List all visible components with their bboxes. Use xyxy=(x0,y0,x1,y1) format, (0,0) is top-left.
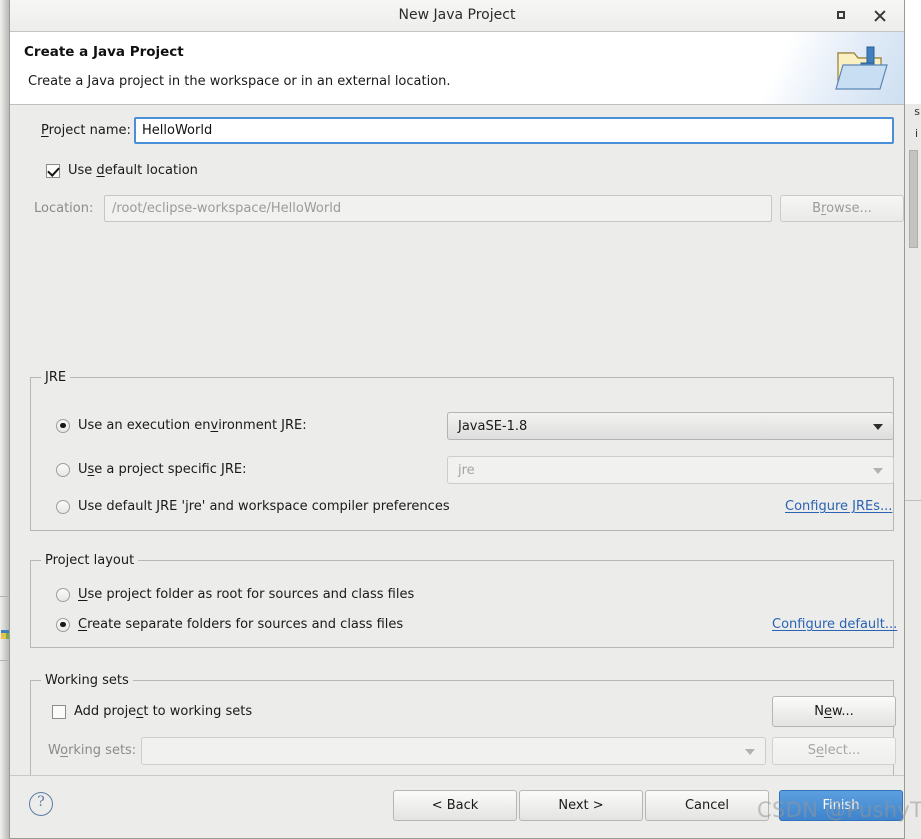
java-project-folder-icon xyxy=(835,46,888,90)
layout-separate-folders-label: Create separate folders for sources and … xyxy=(78,617,404,632)
background-right-divider xyxy=(905,500,921,501)
maximize-icon[interactable] xyxy=(834,8,850,24)
select-working-set-button: Select... xyxy=(772,737,896,765)
add-to-working-sets-row[interactable]: Add project to working sets xyxy=(52,704,252,719)
jre-execution-environment-radio[interactable] xyxy=(56,418,70,433)
maximize-glyph xyxy=(837,11,845,19)
jre-project-specific-label: Use a project specific JRE: xyxy=(78,462,247,477)
background-right-panel: s i xyxy=(904,0,921,839)
add-to-working-sets-checkbox[interactable] xyxy=(52,704,66,719)
dialog-content: Project name: Use default location Locat… xyxy=(10,105,904,778)
use-default-location-label: Use default location xyxy=(68,163,198,178)
project-name-row: Project name: xyxy=(10,117,904,145)
background-left-divider-top xyxy=(0,596,9,597)
background-tree-icon xyxy=(1,630,9,639)
background-right-white-area xyxy=(905,0,921,104)
new-java-project-dialog: New Java Project Create a Java Project C… xyxy=(9,0,905,839)
working-sets-combo xyxy=(141,737,766,765)
layout-root-folder-label: Use project folder as root for sources a… xyxy=(78,587,415,602)
cancel-button[interactable]: Cancel xyxy=(645,790,769,821)
page-title: Create a Java Project xyxy=(24,44,184,60)
jre-project-specific-row[interactable]: Use a project specific JRE: xyxy=(56,462,247,477)
jre-project-specific-combo-value: jre xyxy=(458,463,475,478)
jre-project-specific-radio[interactable] xyxy=(56,462,70,477)
dialog-header: Create a Java Project Create a Java proj… xyxy=(10,32,904,105)
close-icon[interactable] xyxy=(872,8,888,24)
use-default-location-row[interactable]: Use default location xyxy=(46,163,198,178)
background-edge-text-s: s xyxy=(914,105,920,118)
jre-execution-environment-row[interactable]: Use an execution environment JRE: xyxy=(56,418,307,433)
dialog-title: New Java Project xyxy=(398,7,516,23)
dialog-footer: ? < Back Next > Cancel Finish xyxy=(10,775,904,838)
project-name-label: Project name: xyxy=(41,123,131,138)
page-description: Create a Java project in the workspace o… xyxy=(28,74,451,89)
jre-execution-environment-label: Use an execution environment JRE: xyxy=(78,418,307,433)
location-label: Location: xyxy=(34,201,94,216)
chevron-down-icon-working-sets xyxy=(745,749,755,755)
background-scrollbar-thumb[interactable] xyxy=(909,150,918,248)
chevron-down-icon-disabled xyxy=(873,468,883,474)
new-working-set-button[interactable]: New... xyxy=(772,696,896,727)
jre-default-radio[interactable] xyxy=(56,499,70,514)
background-edge-text-i: i xyxy=(914,127,918,140)
project-layout-group: Project layout xyxy=(30,553,894,648)
jre-default-row[interactable]: Use default JRE 'jre' and workspace comp… xyxy=(56,499,450,514)
configure-default-link[interactable]: Configure default... xyxy=(772,617,897,632)
add-to-working-sets-label: Add project to working sets xyxy=(74,704,253,719)
jre-default-label: Use default JRE 'jre' and workspace comp… xyxy=(78,499,450,514)
chevron-down-icon xyxy=(873,424,883,430)
location-row: Location: /root/eclipse-workspace/HelloW… xyxy=(10,195,904,222)
browse-button: Browse... xyxy=(780,195,904,222)
next-button[interactable]: Next > xyxy=(519,790,643,821)
jre-group-title: JRE xyxy=(41,370,71,385)
dialog-titlebar: New Java Project xyxy=(10,0,904,32)
project-name-input[interactable] xyxy=(134,117,894,144)
working-sets-combo-label: Working sets: xyxy=(48,743,137,758)
jre-execution-environment-combo-value: JavaSE-1.8 xyxy=(458,419,528,434)
use-default-location-checkbox[interactable] xyxy=(46,163,60,178)
configure-jres-link[interactable]: Configure JREs... xyxy=(785,499,892,514)
layout-separate-folders-row[interactable]: Create separate folders for sources and … xyxy=(56,617,403,632)
background-left-divider-bottom xyxy=(0,660,9,661)
location-input: /root/eclipse-workspace/HelloWorld xyxy=(104,195,772,222)
back-button[interactable]: < Back xyxy=(393,790,517,821)
layout-separate-folders-radio[interactable] xyxy=(56,617,70,632)
project-layout-group-title: Project layout xyxy=(41,553,139,568)
jre-execution-environment-combo[interactable]: JavaSE-1.8 xyxy=(447,412,894,440)
help-icon[interactable]: ? xyxy=(29,792,53,816)
layout-root-folder-row[interactable]: Use project folder as root for sources a… xyxy=(56,587,414,602)
jre-project-specific-combo: jre xyxy=(447,456,894,484)
layout-root-folder-radio[interactable] xyxy=(56,587,70,602)
working-sets-group-title: Working sets xyxy=(41,673,133,688)
finish-button[interactable]: Finish xyxy=(779,790,903,821)
